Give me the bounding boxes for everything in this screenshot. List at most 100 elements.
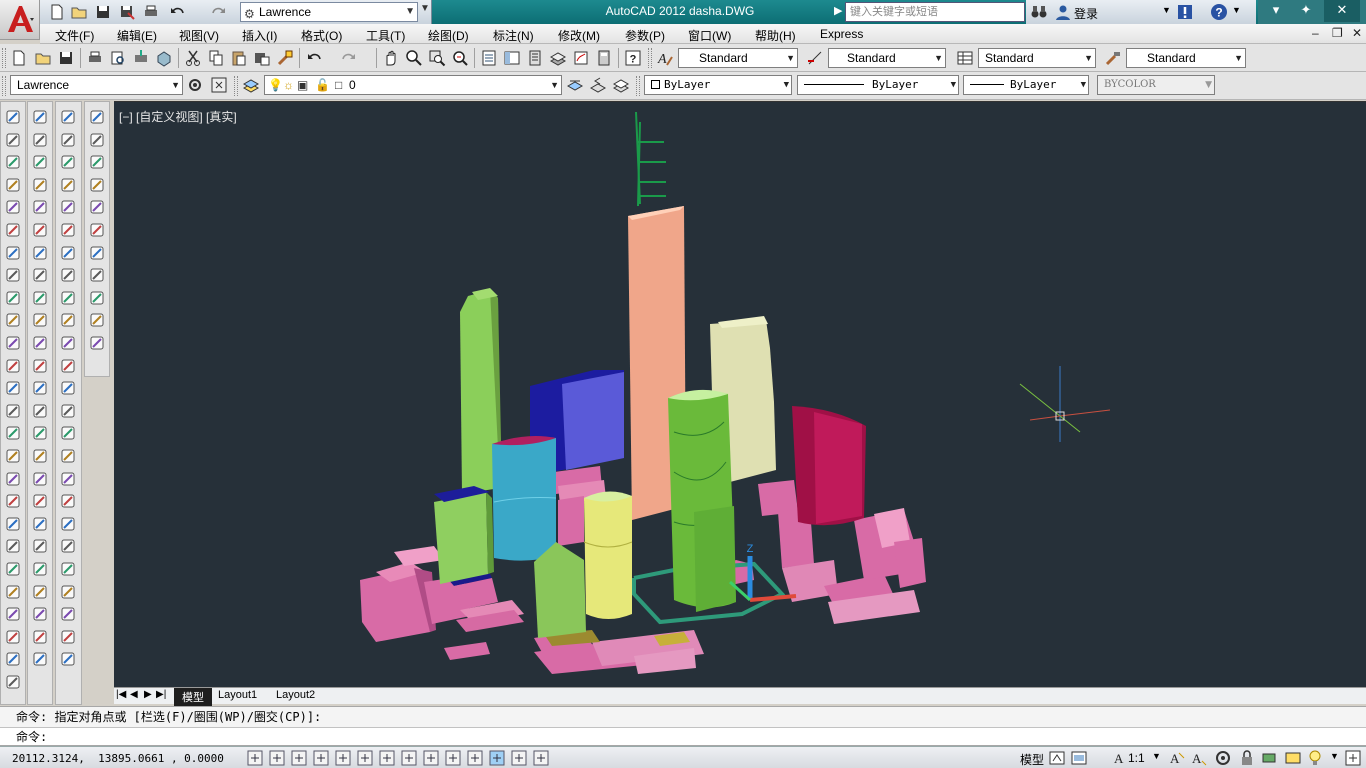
- menu-edit[interactable]: 编辑(E): [117, 27, 157, 44]
- model-space-label[interactable]: 模型: [1020, 751, 1044, 768]
- plot-icon[interactable]: [86, 49, 104, 67]
- layer-select[interactable]: 💡 ☼ ▣ 🔓 □ 0 ▼: [264, 75, 562, 95]
- cone-icon[interactable]: [59, 176, 77, 194]
- auto-scale-icon[interactable]: A: [1190, 749, 1208, 767]
- mleader-style-select[interactable]: Standard ▼: [1126, 48, 1246, 68]
- spline-icon[interactable]: [4, 289, 22, 307]
- tool-palettes-icon[interactable]: [526, 49, 544, 67]
- sphere-icon[interactable]: [59, 198, 77, 216]
- loft-icon[interactable]: [4, 628, 22, 646]
- revolve-icon[interactable]: [4, 605, 22, 623]
- linetype-select[interactable]: ByLayer ▼: [797, 75, 959, 95]
- calculator-icon[interactable]: [595, 49, 613, 67]
- ortho-mode-icon[interactable]: [312, 749, 330, 767]
- rectangle-icon[interactable]: [4, 198, 22, 216]
- tab-layout1[interactable]: Layout1: [218, 689, 257, 701]
- mirror-icon[interactable]: [31, 153, 49, 171]
- command-input[interactable]: 命令:: [0, 728, 1366, 746]
- 3d-array-icon[interactable]: [31, 560, 49, 578]
- text-style-select[interactable]: Standard ▼: [678, 48, 798, 68]
- tab-layout2[interactable]: Layout2: [276, 689, 315, 701]
- lock-ui-icon[interactable]: [1238, 749, 1256, 767]
- render-icon[interactable]: [59, 560, 77, 578]
- pyramid-icon[interactable]: [59, 244, 77, 262]
- line-icon[interactable]: [4, 108, 22, 126]
- pan-hand-icon[interactable]: [59, 583, 77, 601]
- allow-ucs-icon[interactable]: [422, 749, 440, 767]
- publish-icon[interactable]: [132, 49, 150, 67]
- menu-file[interactable]: 文件(F): [55, 27, 94, 44]
- qnew-icon[interactable]: [10, 49, 28, 67]
- join-icon[interactable]: [31, 379, 49, 397]
- tab-next-icon[interactable]: ▶: [144, 689, 152, 700]
- coordinates-readout[interactable]: 20112.3124, 13895.0661 , 0.0000: [12, 752, 224, 765]
- view-cube-icon[interactable]: [88, 153, 106, 171]
- ucs-object-icon[interactable]: [88, 221, 106, 239]
- erase-icon[interactable]: [31, 108, 49, 126]
- ellipse-icon[interactable]: [4, 311, 22, 329]
- arc-icon[interactable]: [4, 221, 22, 239]
- annotation-scale-value[interactable]: 1:1: [1128, 751, 1145, 765]
- markup-icon[interactable]: [572, 49, 590, 67]
- camera-icon[interactable]: [59, 402, 77, 420]
- hardware-acceleration-icon[interactable]: [1260, 749, 1278, 767]
- presspull-icon[interactable]: [4, 560, 22, 578]
- ellipse-arc-icon[interactable]: [4, 334, 22, 352]
- extrude-icon[interactable]: [4, 537, 22, 555]
- qa-more-icon[interactable]: ▼: [420, 3, 430, 21]
- paste-icon[interactable]: [230, 49, 248, 67]
- workspace-combo[interactable]: Lawrence ▼: [10, 75, 183, 95]
- array-icon[interactable]: [31, 198, 49, 216]
- save-icon[interactable]: [57, 49, 75, 67]
- infer-constraints-icon[interactable]: [246, 749, 264, 767]
- viewport-icon[interactable]: [88, 108, 106, 126]
- tab-first-icon[interactable]: |◀: [116, 689, 126, 700]
- search-expand-icon[interactable]: ▶: [834, 4, 842, 17]
- material-sphere-icon[interactable]: [59, 537, 77, 555]
- design-center-icon[interactable]: [503, 49, 521, 67]
- mesh-cone-icon[interactable]: [59, 334, 77, 352]
- toolbar-grip[interactable]: [234, 76, 238, 96]
- status-menu-icon[interactable]: ▼: [1330, 751, 1339, 761]
- undo-icon[interactable]: [168, 3, 186, 21]
- object-snap-icon[interactable]: [356, 749, 374, 767]
- table-icon[interactable]: [4, 492, 22, 510]
- tab-prev-icon[interactable]: ◀: [130, 689, 138, 700]
- gradient-icon[interactable]: [4, 447, 22, 465]
- 3d-move-icon[interactable]: [31, 470, 49, 488]
- ucs-view-icon[interactable]: [88, 334, 106, 352]
- toolbar-grip[interactable]: [2, 76, 6, 96]
- user-icon[interactable]: [1054, 3, 1072, 21]
- ucs-z-icon[interactable]: [88, 311, 106, 329]
- color-select[interactable]: ByLayer ▼: [644, 75, 792, 95]
- menu-dimension[interactable]: 标注(N): [493, 27, 534, 44]
- tab-last-icon[interactable]: ▶|: [156, 689, 166, 700]
- layer-previous-icon[interactable]: [589, 76, 607, 94]
- menu-help[interactable]: 帮助(H): [755, 27, 796, 44]
- login-chevron-icon[interactable]: ▼: [1162, 5, 1171, 15]
- search-input[interactable]: 键入关键字或短语: [845, 2, 1025, 22]
- sweep-icon[interactable]: [4, 583, 22, 601]
- save-icon[interactable]: [94, 3, 112, 21]
- scale-icon[interactable]: [31, 266, 49, 284]
- box-icon[interactable]: [59, 131, 77, 149]
- helix-icon[interactable]: [4, 650, 22, 668]
- doc-close-icon[interactable]: ✕: [1352, 26, 1362, 40]
- 3d-print-icon[interactable]: [155, 49, 173, 67]
- dim-style-icon[interactable]: [806, 49, 824, 67]
- lineweight-select[interactable]: ByLayer ▼: [963, 75, 1089, 95]
- object-snap-tracking-icon[interactable]: [400, 749, 418, 767]
- open-icon[interactable]: [34, 49, 52, 67]
- dynamic-input-icon[interactable]: [444, 749, 462, 767]
- 3d-mirror-icon[interactable]: [31, 537, 49, 555]
- ucs-3point-icon[interactable]: [88, 244, 106, 262]
- interfere-icon[interactable]: [31, 605, 49, 623]
- trim-icon[interactable]: [31, 311, 49, 329]
- match-properties-icon[interactable]: [276, 49, 294, 67]
- cut-icon[interactable]: [184, 49, 202, 67]
- xline-icon[interactable]: [4, 131, 22, 149]
- exchange-icon[interactable]: [1176, 3, 1194, 21]
- named-view-icon[interactable]: [88, 131, 106, 149]
- revcloud-icon[interactable]: [4, 266, 22, 284]
- annotation-visibility-icon[interactable]: A: [1168, 749, 1186, 767]
